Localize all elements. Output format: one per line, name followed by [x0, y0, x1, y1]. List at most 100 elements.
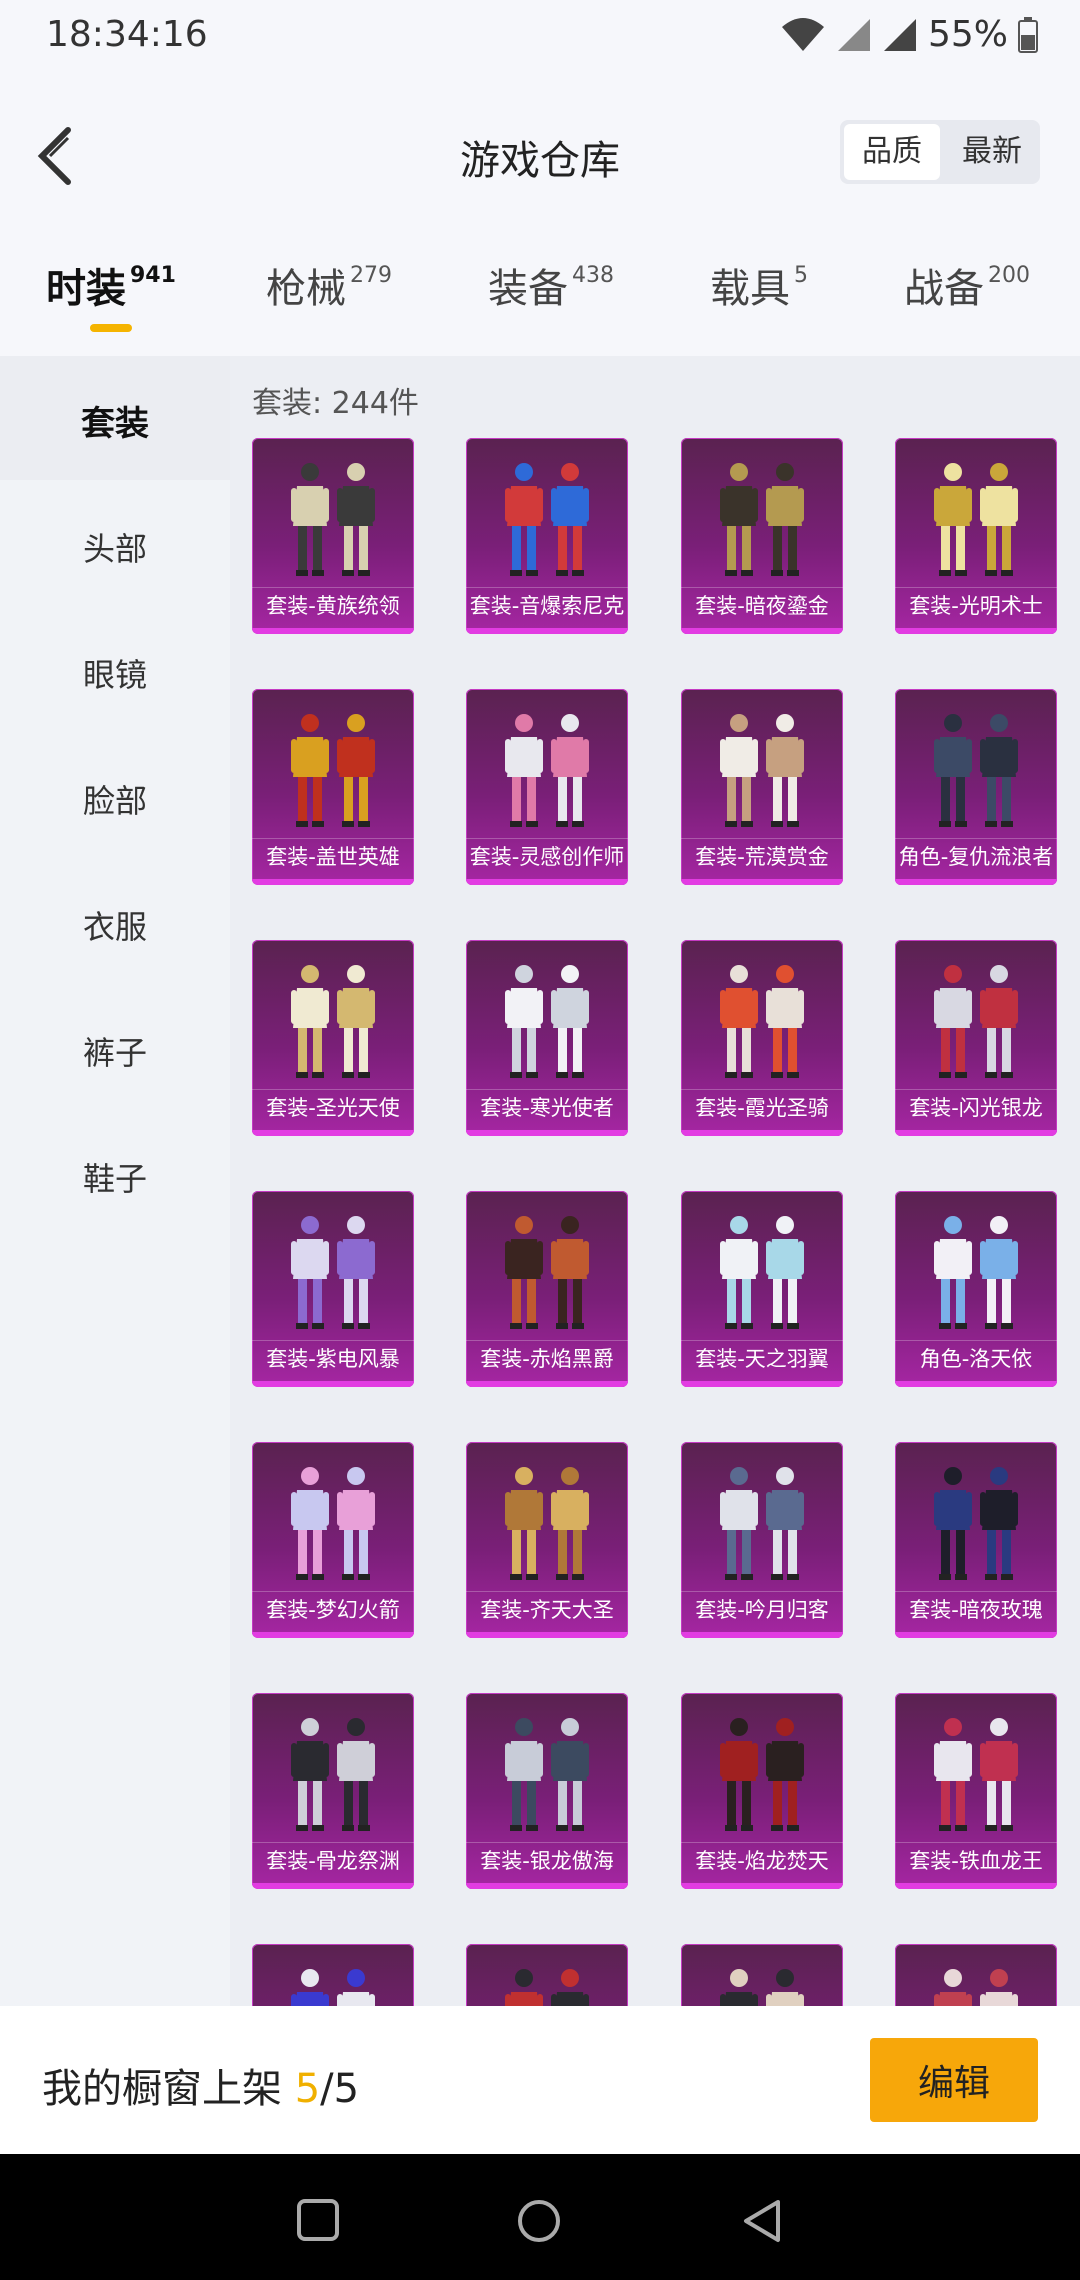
item-card[interactable]: 套装-铁血龙王	[895, 1693, 1057, 1889]
card-rarity-edge	[466, 1632, 628, 1638]
outfit-figure	[681, 954, 843, 1082]
character-figure-icon	[291, 965, 329, 1078]
sort-newest-button[interactable]: 最新	[944, 120, 1040, 184]
item-card[interactable]: 套装-骨龙祭渊	[252, 1693, 414, 1889]
recent-apps-icon[interactable]	[296, 2198, 340, 2242]
showcase-status: 我的橱窗上架 5/5	[42, 2066, 360, 2112]
item-card[interactable]: 套装-焰龙焚天	[681, 1693, 843, 1889]
character-figure-icon	[766, 1718, 804, 1831]
item-card[interactable]: 套装-盖世英雄	[252, 689, 414, 885]
card-rarity-edge	[895, 1883, 1057, 1889]
item-card[interactable]: 套装-圣光天使	[252, 940, 414, 1136]
card-rarity-edge	[895, 1632, 1057, 1638]
edit-button[interactable]: 编辑	[870, 2038, 1038, 2122]
item-card[interactable]: 套装-灵感创作师	[466, 689, 628, 885]
item-card[interactable]: 套装-齐天大圣	[466, 1442, 628, 1638]
sort-quality-button[interactable]: 品质	[844, 124, 940, 180]
outfit-figure	[895, 954, 1057, 1082]
item-card[interactable]	[681, 1944, 843, 2006]
tab-vehicles[interactable]: 载具 5	[710, 256, 808, 314]
outfit-figure	[466, 954, 628, 1082]
item-card[interactable]	[466, 1944, 628, 2006]
character-figure-icon	[766, 463, 804, 576]
card-rarity-edge	[466, 1381, 628, 1387]
item-card[interactable]: 套装-寒光使者	[466, 940, 628, 1136]
battery-icon	[1018, 16, 1038, 53]
item-card[interactable]: 套装-黄族统领	[252, 438, 414, 634]
card-rarity-edge	[681, 1883, 843, 1889]
item-card[interactable]: 套装-光明术士	[895, 438, 1057, 634]
outfit-figure	[466, 452, 628, 580]
outfit-figure	[466, 1205, 628, 1333]
item-card[interactable]	[252, 1944, 414, 2006]
back-nav-icon[interactable]	[740, 2198, 784, 2244]
category-tabs: 时装 941 枪械 279 装备 438 载具 5 战备 200	[0, 220, 1080, 356]
card-rarity-edge	[681, 1381, 843, 1387]
item-label: 角色-洛天依	[895, 1340, 1057, 1377]
character-figure-icon	[980, 714, 1018, 827]
item-card[interactable]: 套装-吟月归客	[681, 1442, 843, 1638]
character-figure-icon	[337, 1216, 375, 1329]
item-card[interactable]: 套装-闪光银龙	[895, 940, 1057, 1136]
tab-battle-prep[interactable]: 战备 200	[904, 256, 1030, 314]
sidebar-item-clothes[interactable]: 衣服	[0, 902, 230, 948]
tab-count: 200	[988, 263, 1030, 288]
character-figure-icon	[551, 1969, 589, 2006]
character-figure-icon	[291, 1718, 329, 1831]
item-card[interactable]: 套装-音爆索尼克	[466, 438, 628, 634]
item-card[interactable]: 套装-荒漠赏金	[681, 689, 843, 885]
tab-count: 279	[350, 263, 392, 288]
character-figure-icon	[934, 965, 972, 1078]
item-card[interactable]: 套装-暗夜玫瑰	[895, 1442, 1057, 1638]
outfit-figure	[681, 1707, 843, 1835]
character-figure-icon	[980, 965, 1018, 1078]
character-figure-icon	[980, 1467, 1018, 1580]
item-label: 套装-灵感创作师	[466, 838, 628, 875]
status-bar: 18:34:16 55%	[0, 0, 1080, 80]
card-rarity-edge	[466, 1130, 628, 1136]
item-label: 套装-音爆索尼克	[466, 587, 628, 624]
tab-fashion[interactable]: 时装 941	[46, 256, 176, 314]
character-figure-icon	[505, 1467, 543, 1580]
item-card[interactable]: 套装-暗夜鎏金	[681, 438, 843, 634]
outfit-figure	[895, 1205, 1057, 1333]
card-rarity-edge	[252, 879, 414, 885]
card-rarity-edge	[466, 879, 628, 885]
item-card[interactable]: 套装-天之羽翼	[681, 1191, 843, 1387]
active-tab-indicator	[90, 324, 132, 332]
tab-guns[interactable]: 枪械 279	[266, 256, 392, 314]
item-label: 套装-暗夜鎏金	[681, 587, 843, 624]
outfit-figure	[895, 1456, 1057, 1584]
character-figure-icon	[505, 1718, 543, 1831]
battery-percent: 55%	[927, 14, 1008, 55]
sidebar-item-head[interactable]: 头部	[0, 524, 230, 570]
tab-equipment[interactable]: 装备 438	[488, 256, 614, 314]
item-label: 套装-骨龙祭渊	[252, 1842, 414, 1879]
outfit-figure	[252, 452, 414, 580]
sidebar-item-pants[interactable]: 裤子	[0, 1028, 230, 1074]
sidebar-item-set[interactable]: 套装	[0, 396, 230, 445]
character-figure-icon	[505, 1216, 543, 1329]
card-rarity-edge	[681, 879, 843, 885]
item-card[interactable]: 套装-梦幻火箭	[252, 1442, 414, 1638]
item-label: 套装-梦幻火箭	[252, 1591, 414, 1628]
item-card[interactable]: 套装-赤焰黑爵	[466, 1191, 628, 1387]
item-card[interactable]: 套装-银龙傲海	[466, 1693, 628, 1889]
character-figure-icon	[551, 1467, 589, 1580]
card-rarity-edge	[466, 628, 628, 634]
item-card[interactable]: 角色-复仇流浪者	[895, 689, 1057, 885]
item-card[interactable]: 套装-紫电风暴	[252, 1191, 414, 1387]
item-label: 套装-焰龙焚天	[681, 1842, 843, 1879]
sidebar-item-glasses[interactable]: 眼镜	[0, 650, 230, 696]
item-card[interactable]: 角色-洛天依	[895, 1191, 1057, 1387]
item-label: 套装-银龙傲海	[466, 1842, 628, 1879]
sidebar-item-shoes[interactable]: 鞋子	[0, 1154, 230, 1200]
character-figure-icon	[934, 463, 972, 576]
card-rarity-edge	[252, 1632, 414, 1638]
sidebar-item-face[interactable]: 脸部	[0, 776, 230, 822]
item-label: 套装-闪光银龙	[895, 1089, 1057, 1126]
item-card[interactable]	[895, 1944, 1057, 2006]
home-icon[interactable]	[516, 2198, 562, 2244]
item-card[interactable]: 套装-霞光圣骑	[681, 940, 843, 1136]
outfit-figure	[466, 703, 628, 831]
